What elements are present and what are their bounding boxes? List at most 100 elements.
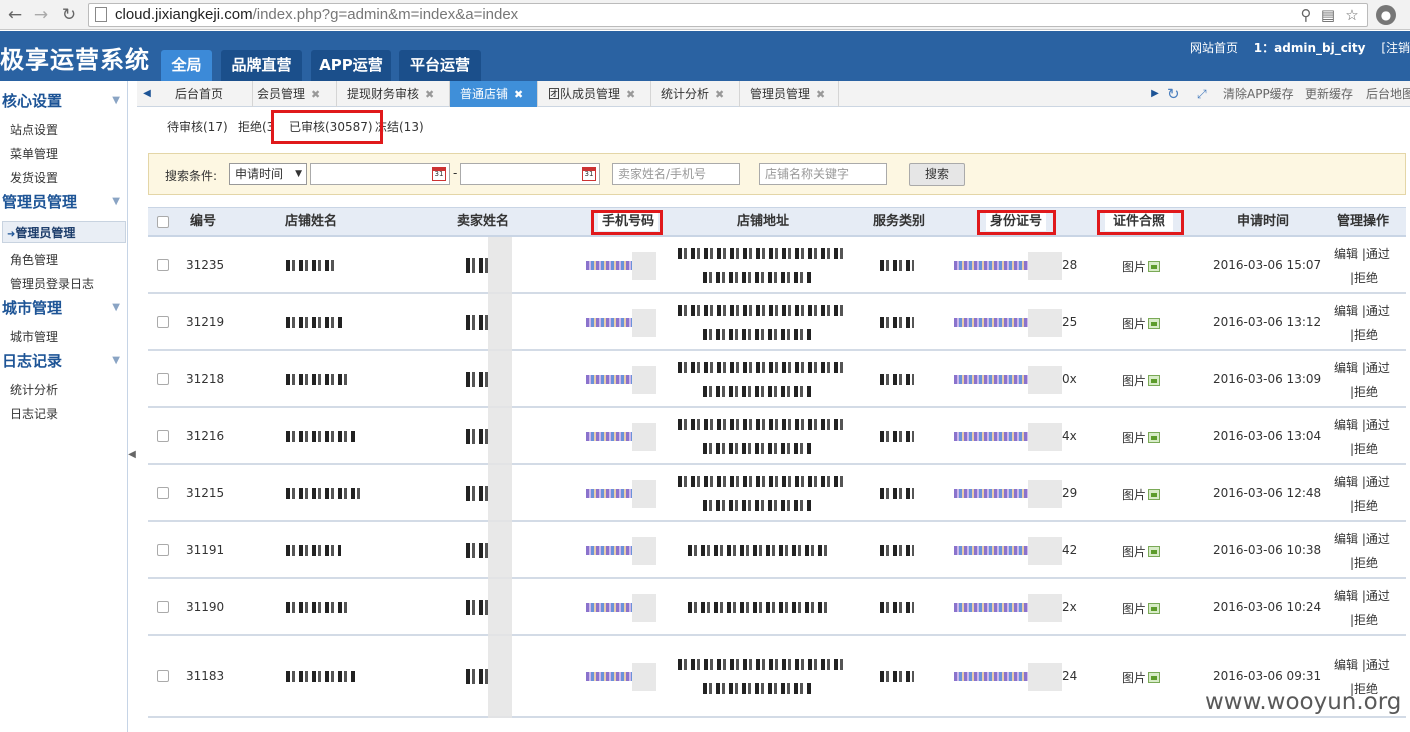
close-icon[interactable]: ✖ bbox=[816, 88, 825, 101]
translate-icon[interactable]: ▤ bbox=[1319, 5, 1337, 25]
main-tab-global[interactable]: 全局 bbox=[161, 50, 212, 81]
row-checkbox[interactable] bbox=[157, 373, 169, 385]
image-icon[interactable] bbox=[1148, 546, 1161, 557]
address-bar[interactable]: cloud.jixiangkeji.com/index.php?g=admin&… bbox=[88, 3, 1368, 27]
close-icon[interactable]: ✖ bbox=[626, 88, 635, 101]
id-photo-link[interactable]: 图片 bbox=[1122, 669, 1161, 686]
search-field-select[interactable]: 申请时间 ▼ bbox=[229, 163, 307, 185]
tab-stats[interactable]: 统计分析 ✖ bbox=[651, 81, 740, 107]
sidebar-item-admin-manage[interactable]: ➜管理员管理 bbox=[2, 221, 126, 243]
edit-link[interactable]: 编辑 bbox=[1334, 475, 1358, 489]
key-icon[interactable]: ⚲ bbox=[1297, 5, 1315, 25]
id-photo-link[interactable]: 图片 bbox=[1122, 372, 1161, 389]
sidebar-group-admin[interactable]: 管理员管理 ▼ bbox=[0, 191, 126, 213]
image-icon[interactable] bbox=[1148, 603, 1161, 614]
calendar-icon[interactable]: 31 bbox=[432, 167, 446, 181]
update-cache-link[interactable]: 更新缓存 bbox=[1305, 81, 1353, 107]
main-tab-app[interactable]: APP运营 bbox=[311, 50, 391, 81]
tab-admin-manage[interactable]: 管理员管理 ✖ bbox=[740, 81, 839, 107]
back-icon[interactable]: ← bbox=[4, 4, 26, 26]
seller-search-input[interactable]: 卖家姓名/手机号 bbox=[612, 163, 740, 185]
site-map-link[interactable]: 后台地图 bbox=[1366, 81, 1410, 107]
image-icon[interactable] bbox=[1148, 318, 1161, 329]
close-icon[interactable]: ✖ bbox=[715, 88, 724, 101]
tab-members[interactable]: 会员管理 ✖ bbox=[247, 81, 337, 107]
tabs-scroll-right-icon[interactable]: ▶ bbox=[1145, 81, 1165, 107]
row-checkbox[interactable] bbox=[157, 487, 169, 499]
approve-link[interactable]: 通过 bbox=[1366, 247, 1390, 261]
sidebar-item-login-log[interactable]: 管理员登录日志 bbox=[0, 273, 126, 295]
row-checkbox[interactable] bbox=[157, 601, 169, 613]
main-tab-brand[interactable]: 品牌直营 bbox=[221, 50, 302, 81]
sidebar-collapse-icon[interactable]: ◀ bbox=[128, 440, 136, 470]
logout-link[interactable]: [注销 bbox=[1381, 41, 1410, 55]
forward-icon[interactable]: → bbox=[30, 4, 52, 26]
filter-rejected[interactable]: 拒绝(3 bbox=[238, 118, 274, 135]
reload-icon[interactable]: ↻ bbox=[58, 4, 80, 26]
sidebar-item-logs[interactable]: 日志记录 bbox=[0, 403, 126, 425]
fullscreen-icon[interactable]: ⤢ bbox=[1197, 81, 1207, 107]
refresh-icon[interactable]: ↻ bbox=[1167, 81, 1180, 107]
approve-link[interactable]: 通过 bbox=[1366, 658, 1390, 672]
edit-link[interactable]: 编辑 bbox=[1334, 589, 1358, 603]
image-icon[interactable] bbox=[1148, 261, 1161, 272]
sidebar-item-city-manage[interactable]: 城市管理 bbox=[0, 326, 126, 348]
close-icon[interactable]: ✖ bbox=[514, 88, 523, 101]
row-checkbox[interactable] bbox=[157, 259, 169, 271]
reject-link[interactable]: 拒绝 bbox=[1354, 442, 1378, 456]
id-photo-link[interactable]: 图片 bbox=[1122, 258, 1161, 275]
sidebar-item-stats[interactable]: 统计分析 bbox=[0, 379, 126, 401]
tabs-scroll-left-icon[interactable]: ◀ bbox=[137, 81, 157, 107]
filter-pending[interactable]: 待审核(17) bbox=[167, 118, 228, 135]
close-icon[interactable]: ✖ bbox=[425, 88, 434, 101]
clear-app-cache-link[interactable]: 清除APP缓存 bbox=[1223, 81, 1294, 107]
sidebar-group-core[interactable]: 核心设置 ▼ bbox=[0, 90, 126, 112]
sidebar-item-menu[interactable]: 菜单管理 bbox=[0, 143, 126, 165]
sidebar-item-roles[interactable]: 角色管理 bbox=[0, 249, 126, 271]
calendar-icon[interactable]: 31 bbox=[582, 167, 596, 181]
id-photo-link[interactable]: 图片 bbox=[1122, 429, 1161, 446]
sidebar-group-city[interactable]: 城市管理 ▼ bbox=[0, 297, 126, 319]
search-button[interactable]: 搜索 bbox=[909, 163, 965, 186]
edit-link[interactable]: 编辑 bbox=[1334, 658, 1358, 672]
image-icon[interactable] bbox=[1148, 432, 1161, 443]
image-icon[interactable] bbox=[1148, 489, 1161, 500]
select-all-checkbox[interactable] bbox=[157, 216, 169, 228]
id-photo-link[interactable]: 图片 bbox=[1122, 486, 1161, 503]
tab-withdraw-audit[interactable]: 提现财务审核 ✖ bbox=[337, 81, 450, 107]
star-icon[interactable]: ☆ bbox=[1343, 5, 1361, 25]
reject-link[interactable]: 拒绝 bbox=[1354, 385, 1378, 399]
edit-link[interactable]: 编辑 bbox=[1334, 247, 1358, 261]
sidebar-group-logs[interactable]: 日志记录 ▼ bbox=[0, 350, 126, 372]
reject-link[interactable]: 拒绝 bbox=[1354, 328, 1378, 342]
image-icon[interactable] bbox=[1148, 375, 1161, 386]
sidebar-item-shipping[interactable]: 发货设置 bbox=[0, 167, 126, 189]
edit-link[interactable]: 编辑 bbox=[1334, 361, 1358, 375]
approve-link[interactable]: 通过 bbox=[1366, 304, 1390, 318]
sidebar-item-site-settings[interactable]: 站点设置 bbox=[0, 119, 126, 141]
main-tab-platform[interactable]: 平台运营 bbox=[399, 50, 481, 81]
reject-link[interactable]: 拒绝 bbox=[1354, 613, 1378, 627]
row-checkbox[interactable] bbox=[157, 670, 169, 682]
tab-shops[interactable]: 普通店铺 ✖ bbox=[450, 81, 538, 107]
approve-link[interactable]: 通过 bbox=[1366, 361, 1390, 375]
edit-link[interactable]: 编辑 bbox=[1334, 418, 1358, 432]
row-checkbox[interactable] bbox=[157, 430, 169, 442]
approve-link[interactable]: 通过 bbox=[1366, 532, 1390, 546]
tab-dashboard[interactable]: 后台首页 bbox=[165, 81, 253, 107]
edit-link[interactable]: 编辑 bbox=[1334, 532, 1358, 546]
approve-link[interactable]: 通过 bbox=[1366, 589, 1390, 603]
id-photo-link[interactable]: 图片 bbox=[1122, 600, 1161, 617]
site-home-link[interactable]: 网站首页 bbox=[1190, 41, 1238, 55]
approve-link[interactable]: 通过 bbox=[1366, 418, 1390, 432]
tab-team-members[interactable]: 团队成员管理 ✖ bbox=[538, 81, 651, 107]
reject-link[interactable]: 拒绝 bbox=[1354, 556, 1378, 570]
end-date-input[interactable]: 31 bbox=[460, 163, 600, 185]
shop-search-input[interactable]: 店铺名称关键字 bbox=[759, 163, 887, 185]
edit-link[interactable]: 编辑 bbox=[1334, 304, 1358, 318]
id-photo-link[interactable]: 图片 bbox=[1122, 543, 1161, 560]
row-checkbox[interactable] bbox=[157, 316, 169, 328]
start-date-input[interactable]: 31 bbox=[310, 163, 450, 185]
approve-link[interactable]: 通过 bbox=[1366, 475, 1390, 489]
row-checkbox[interactable] bbox=[157, 544, 169, 556]
